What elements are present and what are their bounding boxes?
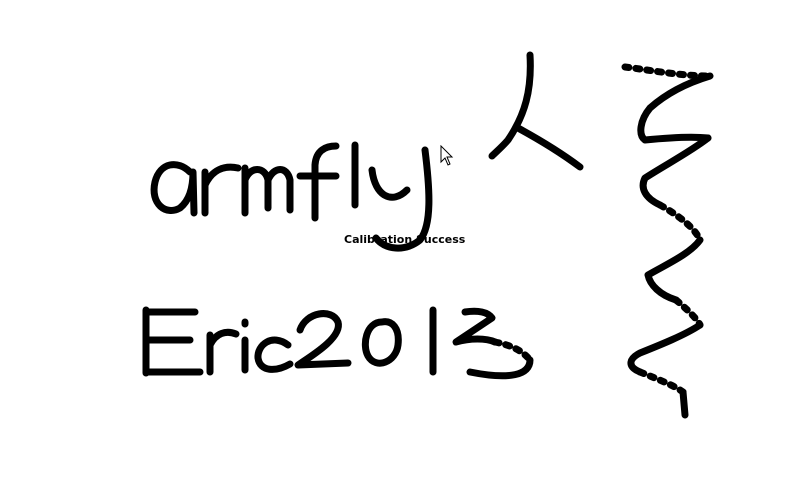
arrow-pointer-icon bbox=[440, 144, 454, 171]
calibration-status-message: Calibration Success bbox=[344, 233, 466, 246]
handwritten-chinese-ren bbox=[488, 51, 584, 171]
handwritten-zigzag-scribble bbox=[621, 63, 714, 419]
touch-drawing-canvas[interactable]: Calibration Success bbox=[0, 0, 800, 480]
handwritten-word-eric2013 bbox=[142, 306, 534, 380]
